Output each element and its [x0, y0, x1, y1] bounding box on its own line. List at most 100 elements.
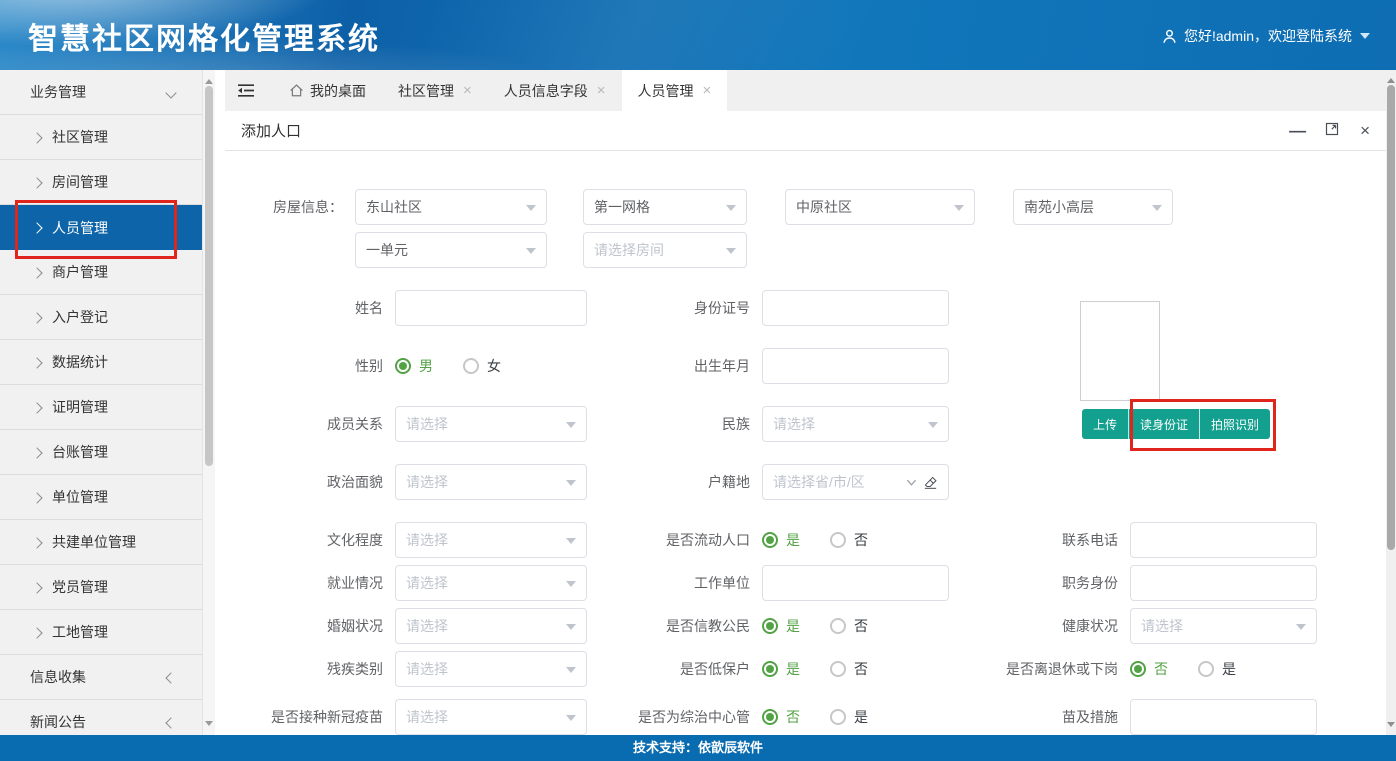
tab-my-desktop[interactable]: 我的桌面: [273, 70, 382, 111]
sidebar-item-certificate[interactable]: 证明管理: [0, 385, 203, 430]
religion-yes-radio[interactable]: [762, 618, 778, 634]
floating-no-radio[interactable]: [830, 532, 846, 548]
main-scrollbar-thumb[interactable]: [1387, 85, 1395, 550]
scroll-up-icon[interactable]: [205, 75, 213, 84]
religion-no-label[interactable]: 否: [854, 616, 868, 636]
building-select[interactable]: 南苑小高层: [1013, 189, 1173, 225]
employment-select[interactable]: 请选择: [395, 565, 587, 601]
sidebar-item-party-member[interactable]: 党员管理: [0, 565, 203, 610]
sidebar-item-joint-unit[interactable]: 共建单位管理: [0, 520, 203, 565]
low-income-no-radio[interactable]: [830, 661, 846, 677]
close-tab-icon[interactable]: ×: [463, 83, 472, 98]
ethnic-select[interactable]: 请选择: [762, 406, 949, 442]
floating-yes-label[interactable]: 是: [786, 530, 800, 550]
chevron-down-icon: [1360, 33, 1370, 44]
phone-input[interactable]: [1130, 522, 1317, 558]
unit-select[interactable]: 一单元: [355, 232, 547, 268]
gender-female-radio[interactable]: [463, 358, 479, 374]
education-select[interactable]: 请选择: [395, 522, 587, 558]
sidebar-menu: 业务管理 社区管理 房间管理 人员管理 商户管理 入户登记 数据统计 证明管理 …: [0, 70, 203, 735]
name-input[interactable]: [395, 290, 587, 326]
user-menu[interactable]: 您好!admin，欢迎登陆系统: [1161, 26, 1370, 46]
close-panel-button[interactable]: ×: [1360, 122, 1370, 139]
sub-community-select[interactable]: 中原社区: [785, 189, 975, 225]
upload-button[interactable]: 上传: [1082, 409, 1129, 439]
floating-no-label[interactable]: 否: [854, 530, 868, 550]
duty-input[interactable]: [1130, 565, 1317, 601]
room-select[interactable]: 请选择房间: [583, 232, 747, 268]
community-select[interactable]: 东山社区: [355, 189, 547, 225]
chevron-down-icon: [906, 477, 917, 488]
measures-input[interactable]: [1130, 699, 1317, 735]
work-unit-input[interactable]: [762, 565, 949, 601]
main-scrollbar[interactable]: [1386, 70, 1396, 735]
sidebar-item-room[interactable]: 房间管理: [0, 160, 203, 205]
vaccine-select[interactable]: 请选择: [395, 699, 587, 735]
scroll-down-icon[interactable]: [1387, 722, 1395, 731]
field-label: 成员关系: [225, 414, 395, 434]
chevron-right-icon: [31, 132, 42, 143]
sidebar-item-label: 数据统计: [52, 352, 108, 372]
low-income-yes-label[interactable]: 是: [786, 659, 800, 679]
read-idcard-button[interactable]: 读身份证: [1129, 409, 1200, 439]
low-income-no-label[interactable]: 否: [854, 659, 868, 679]
sidebar-scrollbar[interactable]: [202, 70, 215, 735]
sidebar-item-construction[interactable]: 工地管理: [0, 610, 203, 655]
sidebar-group-business[interactable]: 业务管理: [0, 70, 203, 115]
idcard-input[interactable]: [762, 290, 949, 326]
center-managed-no-radio[interactable]: [762, 709, 778, 725]
sidebar-group-info-collect[interactable]: 信息收集: [0, 655, 203, 700]
marriage-select[interactable]: 请选择: [395, 608, 587, 644]
collapse-menu-icon[interactable]: [237, 83, 255, 98]
sidebar-item-ledger[interactable]: 台账管理: [0, 430, 203, 475]
gender-male-radio[interactable]: [395, 358, 411, 374]
disability-select[interactable]: 请选择: [395, 651, 587, 687]
scroll-up-icon[interactable]: [1387, 74, 1395, 83]
sidebar-scrollbar-thumb[interactable]: [205, 86, 213, 466]
close-tab-icon[interactable]: ×: [597, 83, 606, 98]
religion-yes-label[interactable]: 是: [786, 616, 800, 636]
health-select[interactable]: 请选择: [1130, 608, 1317, 644]
relation-select[interactable]: 请选择: [395, 406, 587, 442]
eraser-icon[interactable]: [923, 475, 938, 490]
center-managed-yes-label[interactable]: 是: [854, 707, 868, 727]
photo-preview-box[interactable]: [1080, 301, 1160, 401]
retired-no-label[interactable]: 否: [1154, 659, 1168, 679]
center-managed-yes-radio[interactable]: [830, 709, 846, 725]
field-label: 是否流动人口: [610, 530, 762, 550]
political-select[interactable]: 请选择: [395, 464, 587, 500]
tab-personnel-mgmt[interactable]: 人员管理 ×: [622, 70, 728, 111]
minimize-button[interactable]: —: [1289, 122, 1304, 139]
floating-yes-radio[interactable]: [762, 532, 778, 548]
sidebar-item-statistics[interactable]: 数据统计: [0, 340, 203, 385]
tab-community-mgmt[interactable]: 社区管理 ×: [382, 70, 488, 111]
photo-recognize-button[interactable]: 拍照识别: [1200, 409, 1270, 439]
sidebar-item-household-reg[interactable]: 入户登记: [0, 295, 203, 340]
center-managed-field-row: 是否为综治中心管 否 是: [610, 699, 898, 735]
center-managed-no-label[interactable]: 否: [786, 707, 800, 727]
close-tab-icon[interactable]: ×: [703, 83, 712, 98]
grid-select[interactable]: 第一网格: [583, 189, 747, 225]
tab-personnel-fields[interactable]: 人员信息字段 ×: [488, 70, 622, 111]
retired-yes-radio[interactable]: [1198, 661, 1214, 677]
field-label: 就业情况: [225, 573, 395, 593]
low-income-yes-radio[interactable]: [762, 661, 778, 677]
vaccine-field-row: 是否接种新冠疫苗 请选择: [225, 699, 587, 735]
sidebar-item-label: 共建单位管理: [52, 532, 136, 552]
sidebar-item-personnel[interactable]: 人员管理: [0, 205, 203, 250]
gender-female-label[interactable]: 女: [487, 356, 501, 376]
sidebar-item-community[interactable]: 社区管理: [0, 115, 203, 160]
religion-no-radio[interactable]: [830, 618, 846, 634]
sidebar-item-merchant[interactable]: 商户管理: [0, 250, 203, 295]
scroll-down-icon[interactable]: [205, 721, 213, 730]
retired-yes-label[interactable]: 是: [1222, 659, 1236, 679]
maximize-button[interactable]: [1324, 121, 1340, 140]
birth-input[interactable]: [762, 348, 949, 384]
household-region-select[interactable]: 请选择省/市/区: [762, 464, 949, 500]
field-label: 是否接种新冠疫苗: [225, 707, 395, 727]
retired-no-radio[interactable]: [1130, 661, 1146, 677]
sidebar-item-unit[interactable]: 单位管理: [0, 475, 203, 520]
tab-label: 我的桌面: [310, 81, 366, 101]
gender-male-label[interactable]: 男: [419, 356, 433, 376]
sidebar-group-news[interactable]: 新闻公告: [0, 700, 203, 735]
